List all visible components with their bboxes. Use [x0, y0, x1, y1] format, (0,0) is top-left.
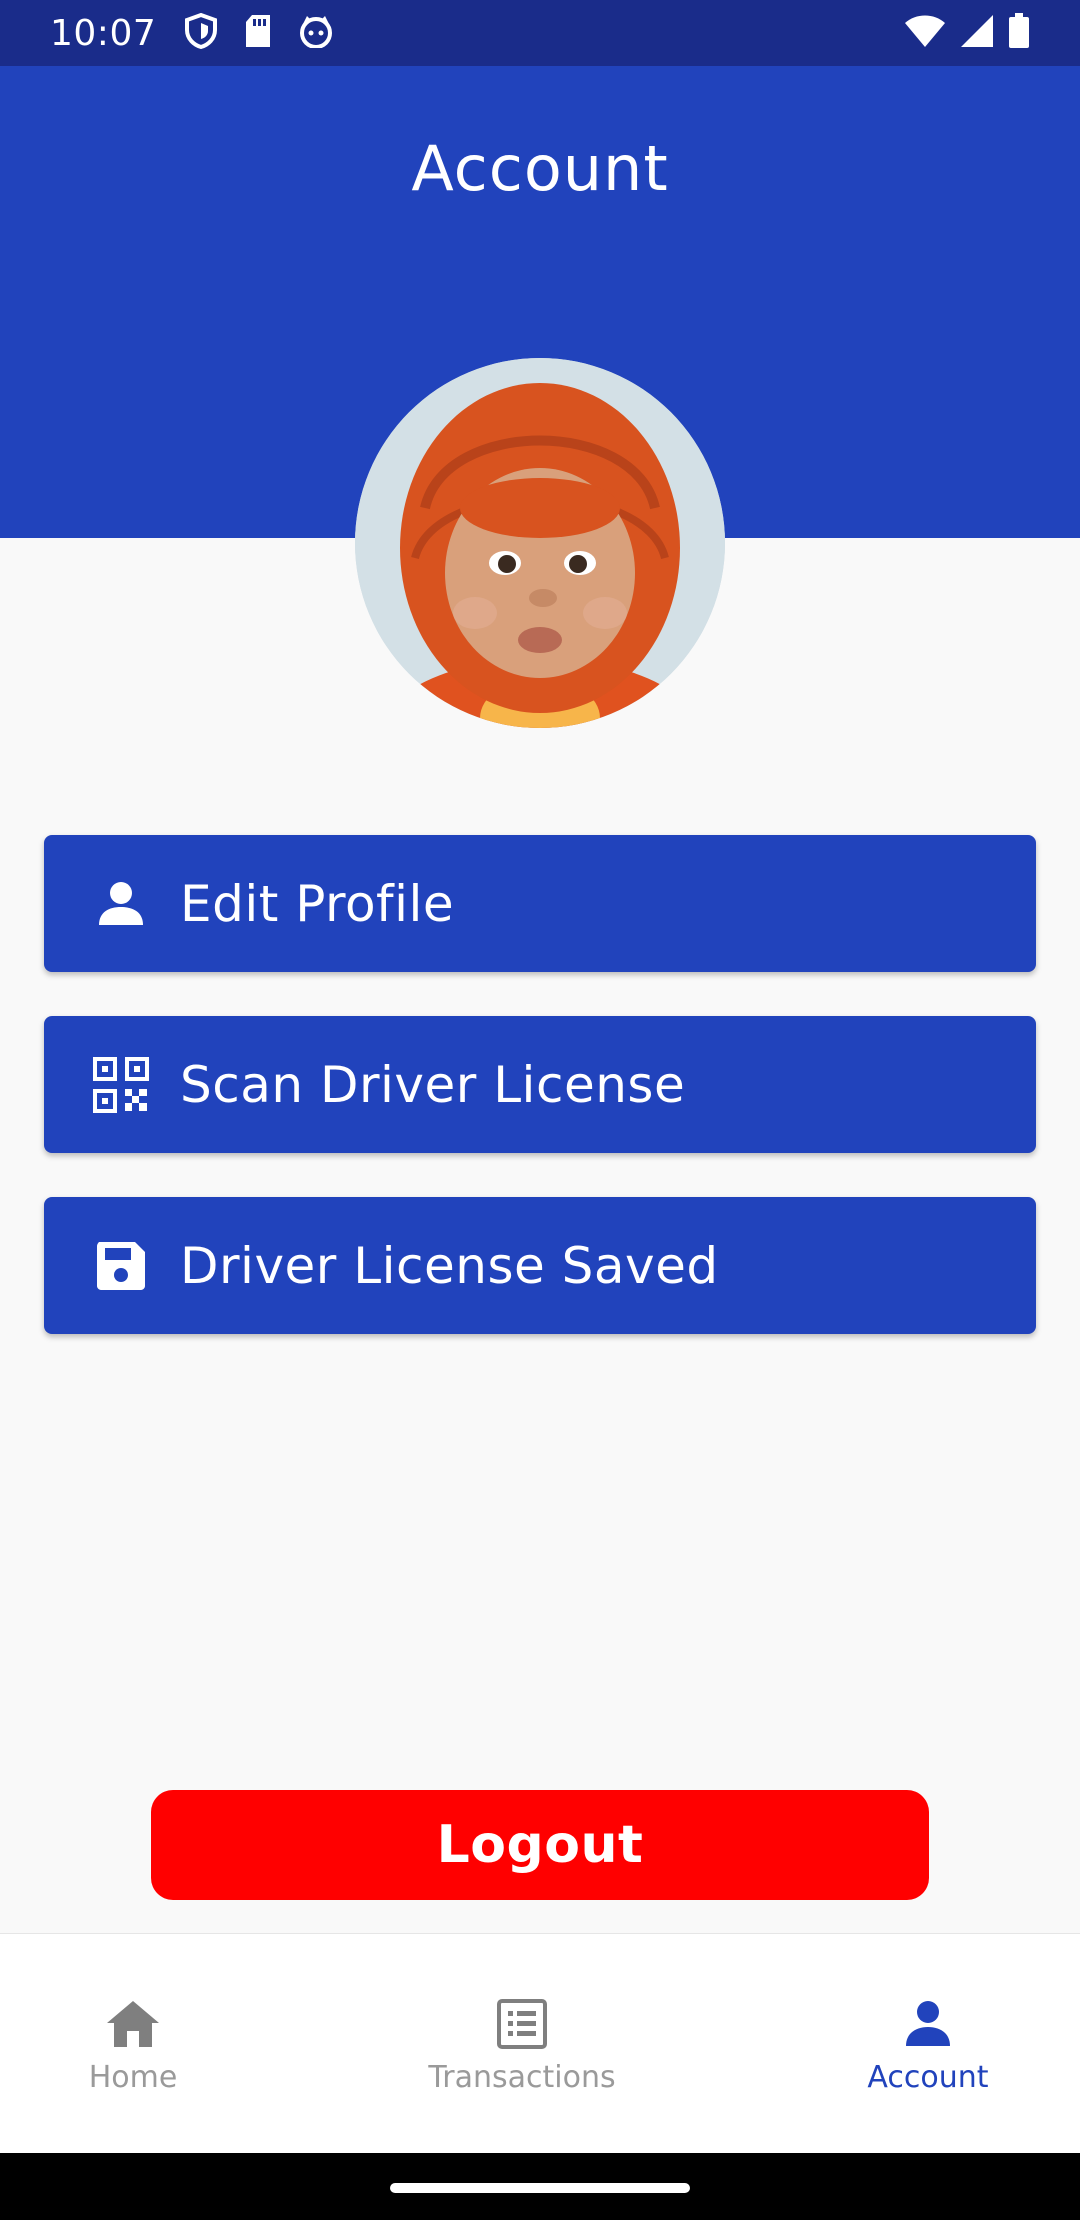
person-icon [898, 1994, 958, 2054]
system-navigation-bar [0, 2153, 1080, 2220]
driver-license-saved-label: Driver License Saved [180, 1236, 719, 1295]
scan-driver-license-button[interactable]: Scan Driver License [44, 1016, 1036, 1153]
signal-icon [960, 14, 994, 52]
person-icon [92, 875, 150, 933]
profile-photo [355, 358, 725, 728]
page-title: Account [411, 132, 669, 205]
home-icon [103, 1994, 163, 2054]
nav-item-transactions[interactable]: Transactions [372, 1934, 672, 2154]
cat-face-icon [298, 14, 334, 52]
status-right-icons [904, 13, 1030, 53]
nav-label-transactions: Transactions [428, 2059, 616, 2095]
avatar[interactable] [355, 358, 725, 728]
nav-item-account[interactable]: Account [778, 1934, 1078, 2154]
status-time: 10:07 [50, 12, 157, 54]
sd-card-icon [244, 14, 272, 52]
nav-item-home[interactable]: Home [0, 1934, 283, 2154]
save-icon [92, 1237, 150, 1295]
status-bar: 10:07 [0, 0, 1080, 66]
status-left-icons [184, 12, 334, 53]
edit-profile-button[interactable]: Edit Profile [44, 835, 1036, 972]
wifi-icon [904, 14, 946, 52]
edit-profile-label: Edit Profile [180, 874, 455, 933]
nav-label-account: Account [867, 2059, 989, 2095]
qr-code-icon [92, 1056, 150, 1114]
nav-label-home: Home [88, 2059, 178, 2095]
bottom-nav: Home Transactions Account [0, 1933, 1080, 2153]
home-gesture-handle[interactable] [390, 2183, 690, 2193]
logout-button[interactable]: Logout [151, 1790, 929, 1900]
battery-icon [1008, 13, 1030, 53]
scan-driver-license-label: Scan Driver License [180, 1055, 686, 1114]
driver-license-saved-button[interactable]: Driver License Saved [44, 1197, 1036, 1334]
list-icon [492, 1994, 552, 2054]
shield-icon [184, 12, 218, 53]
